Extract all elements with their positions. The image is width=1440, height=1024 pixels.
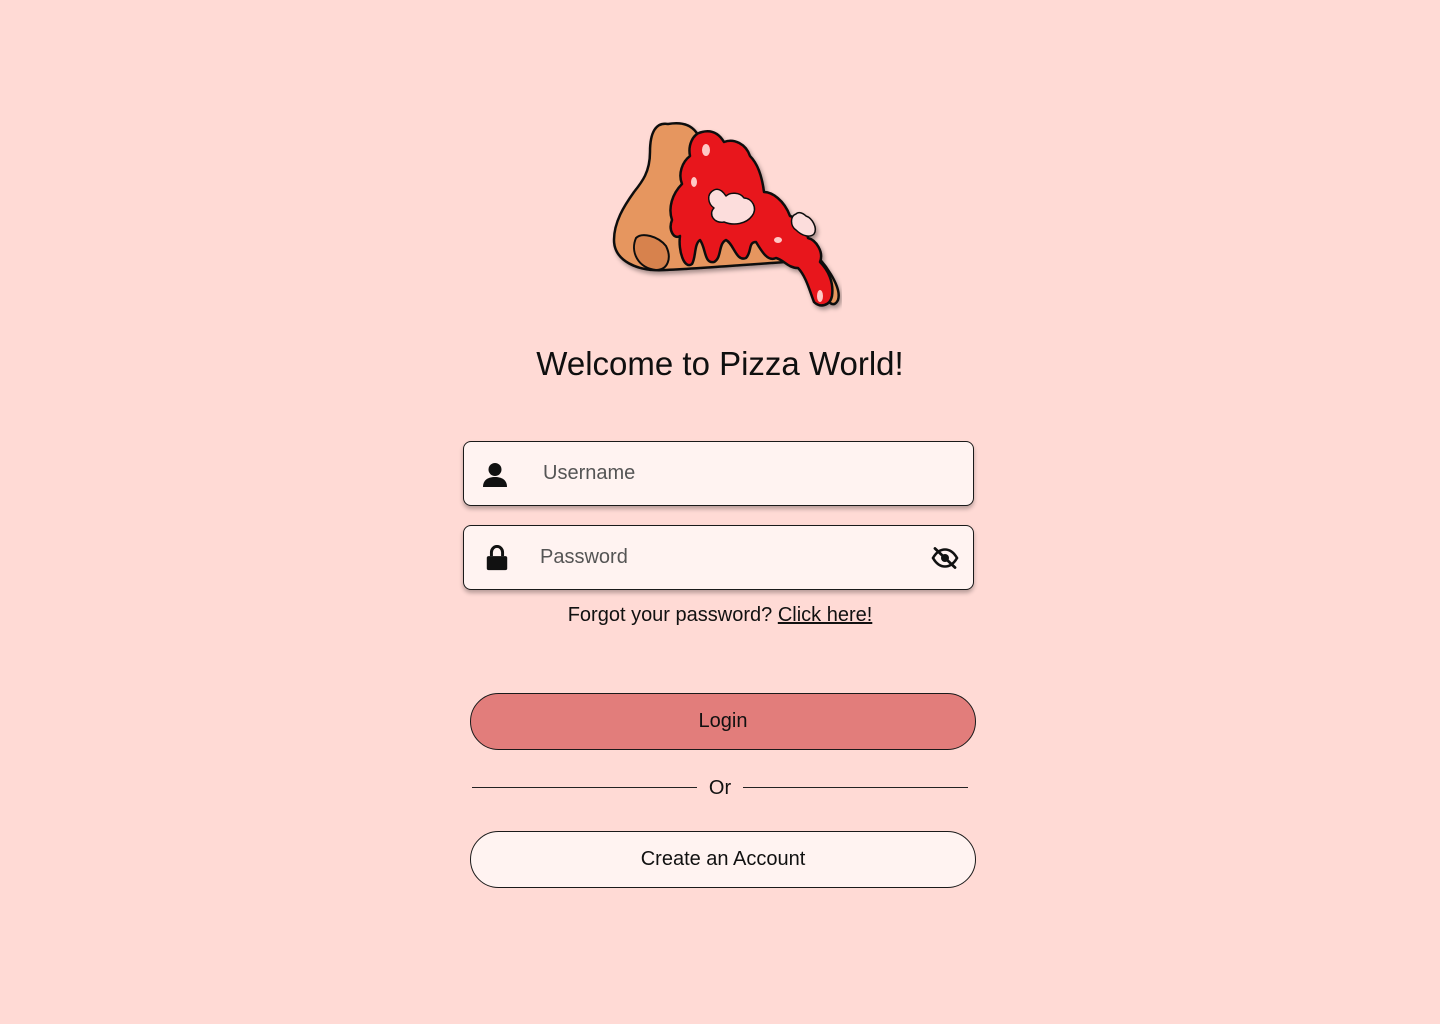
divider-label: Or bbox=[708, 777, 732, 799]
forgot-password-row: Forgot your password? Click here! bbox=[0, 602, 1440, 628]
page-title: Welcome to Pizza World! bbox=[536, 345, 904, 382]
create-account-button[interactable]: Create an Account bbox=[470, 831, 976, 888]
eye-off-icon[interactable] bbox=[931, 547, 959, 569]
lock-icon bbox=[486, 545, 508, 571]
login-button[interactable]: Login bbox=[470, 693, 976, 750]
password-input[interactable] bbox=[540, 526, 920, 589]
forgot-password-link[interactable]: Click here! bbox=[778, 604, 872, 626]
username-input[interactable] bbox=[543, 442, 923, 505]
pizza-slice-icon bbox=[612, 122, 840, 307]
user-icon bbox=[483, 463, 507, 487]
forgot-password-text: Forgot your password? bbox=[567, 604, 773, 626]
or-divider: Or bbox=[472, 776, 968, 800]
divider-line-right bbox=[743, 787, 968, 788]
divider-line-left bbox=[472, 787, 697, 788]
password-field[interactable] bbox=[463, 525, 974, 590]
username-field[interactable] bbox=[463, 441, 974, 506]
